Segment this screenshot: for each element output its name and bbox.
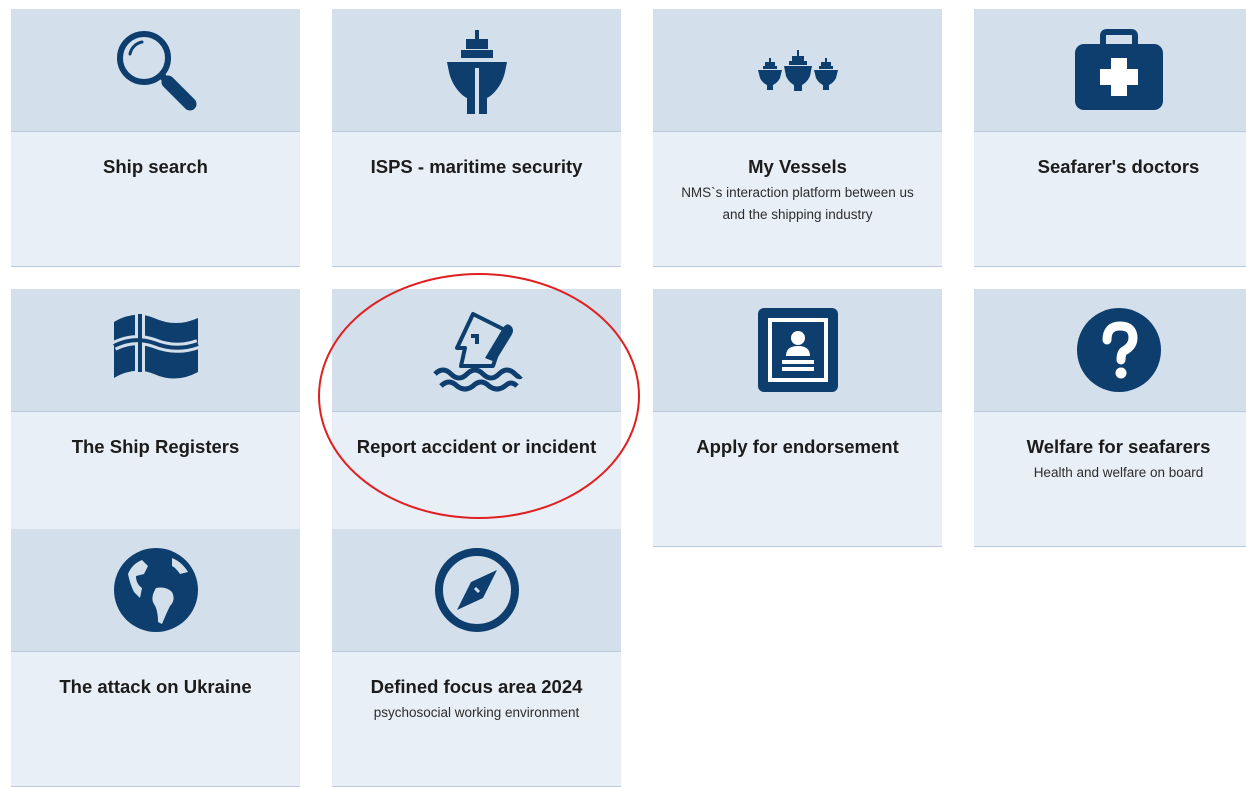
tile-title: ISPS - maritime security xyxy=(370,156,583,177)
tile-welfare-for-seafarers[interactable]: Welfare for seafarers Health and welfare… xyxy=(974,289,1246,547)
three-ships-icon xyxy=(755,48,841,92)
tile-subtitle: NMS`s interaction platform between us an… xyxy=(681,185,914,222)
tile-title: The Ship Registers xyxy=(71,436,240,457)
magnifier-icon xyxy=(110,24,202,116)
compass-icon xyxy=(431,544,523,636)
tile-title: The attack on Ukraine xyxy=(59,676,252,697)
tile-attack-on-ukraine[interactable]: The attack on Ukraine xyxy=(11,529,300,787)
tile-title: Apply for endorsement xyxy=(696,436,899,457)
first-aid-kit-icon xyxy=(1073,28,1165,112)
norwegian-flag-icon xyxy=(110,308,202,392)
globe-icon xyxy=(110,544,202,636)
sinking-ship-icon xyxy=(431,308,523,392)
tile-title: Defined focus area 2024 xyxy=(370,676,583,697)
tile-ship-search[interactable]: Ship search xyxy=(11,9,300,267)
tile-my-vessels[interactable]: My Vessels NMS`s interaction platform be… xyxy=(653,9,942,267)
tile-isps-maritime-security[interactable]: ISPS - maritime security xyxy=(332,9,621,267)
tile-ship-registers[interactable]: The Ship Registers xyxy=(11,289,300,547)
tile-title: Ship search xyxy=(103,156,208,177)
tile-title: Welfare for seafarers xyxy=(1026,436,1211,457)
tile-report-accident-or-incident[interactable]: Report accident or incident xyxy=(332,289,621,547)
tile-title: Seafarer's doctors xyxy=(1037,156,1200,177)
tile-title: My Vessels xyxy=(748,156,847,177)
ship-bow-icon xyxy=(442,24,512,116)
tile-seafarers-doctors[interactable]: Seafarer's doctors xyxy=(974,9,1246,267)
document-id-icon xyxy=(756,306,840,394)
tile-apply-for-endorsement[interactable]: Apply for endorsement xyxy=(653,289,942,547)
tile-subtitle: Health and welfare on board xyxy=(1033,465,1204,480)
question-circle-icon xyxy=(1075,306,1163,394)
tile-defined-focus-area-2024[interactable]: Defined focus area 2024 psychosocial wor… xyxy=(332,529,621,787)
tile-subtitle: psychosocial working environment xyxy=(373,705,580,720)
tile-title: Report accident or incident xyxy=(356,436,597,457)
